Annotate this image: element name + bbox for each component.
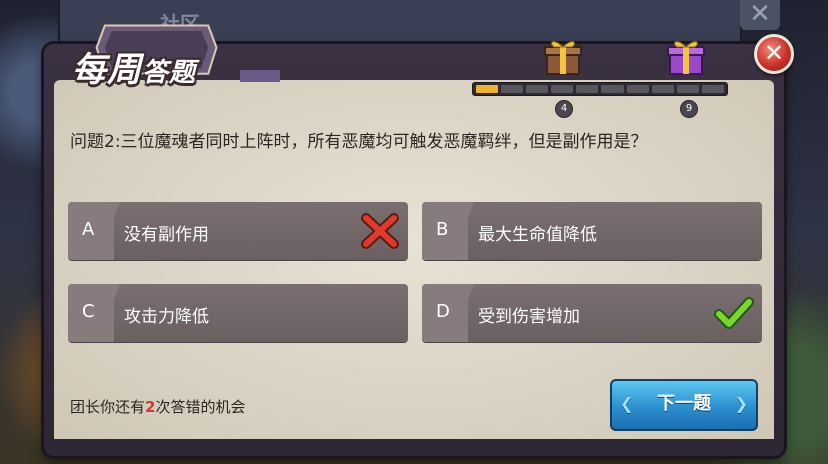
wrong-x-icon	[361, 213, 399, 249]
progress-segment	[626, 85, 649, 93]
answer-option-a[interactable]: A 没有副作用	[68, 202, 408, 260]
page-title: 每周答题	[72, 42, 196, 91]
title-sub: 答题	[142, 58, 197, 88]
progress-segment	[601, 85, 624, 93]
title-main: 每周	[72, 50, 142, 90]
chevron-left-icon: ❮	[620, 394, 634, 413]
progress-segment	[701, 85, 724, 93]
next-question-label: 下一题	[657, 393, 711, 414]
progress-segment	[676, 85, 699, 93]
answer-text: 受到伤害增加	[478, 307, 580, 327]
answer-text: 没有副作用	[124, 225, 209, 245]
answer-letter: C	[82, 301, 95, 322]
question-text: 问题2:三位魔魂者同时上阵时，所有恶魔均可触发恶魔羁绊，但是副作用是？	[70, 132, 648, 152]
answer-text: 最大生命值降低	[478, 225, 597, 245]
background-close-icon: ✕	[740, 0, 780, 30]
chances-count: 2	[145, 398, 156, 416]
progress-segment	[501, 85, 524, 93]
title-stripe-decoration	[240, 70, 280, 82]
dialog-bottom-edge	[54, 439, 774, 449]
answer-letter: A	[82, 219, 95, 240]
next-question-button[interactable]: ❮ 下一题 ❯	[610, 379, 758, 431]
close-button[interactable]: ✕	[754, 34, 794, 74]
quiz-progress-bar	[472, 82, 728, 96]
progress-segment	[476, 85, 499, 93]
progress-segment	[576, 85, 599, 93]
correct-check-icon	[714, 297, 754, 329]
gift-box-gold-icon[interactable]	[542, 36, 584, 76]
gift-box-purple-icon[interactable]	[665, 36, 707, 76]
progress-segment	[651, 85, 674, 93]
remaining-chances-text: 团长你还有2次答错的机会	[70, 398, 246, 416]
reward-marker-9: 9	[680, 100, 698, 118]
answer-option-d[interactable]: D 受到伤害增加	[422, 284, 762, 342]
chevron-right-icon: ❯	[734, 394, 748, 413]
answer-letter: B	[436, 219, 449, 240]
reward-marker-4: 4	[555, 100, 573, 118]
progress-segment	[551, 85, 574, 93]
answer-text: 攻击力降低	[124, 307, 209, 327]
answer-letter: D	[436, 301, 450, 322]
answer-option-b[interactable]: B 最大生命值降低	[422, 202, 762, 260]
answer-option-c[interactable]: C 攻击力降低	[68, 284, 408, 342]
progress-segment	[526, 85, 549, 93]
